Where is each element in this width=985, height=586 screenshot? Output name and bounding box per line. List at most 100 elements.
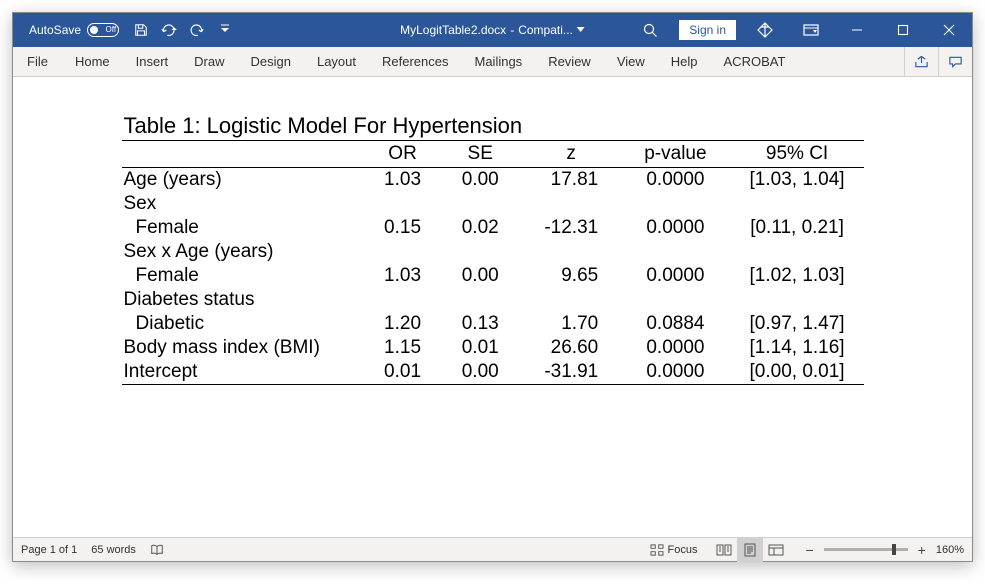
table-row: Body mass index (BMI)1.150.0126.600.0000… bbox=[122, 336, 864, 360]
redo-button[interactable] bbox=[183, 13, 211, 47]
row-label: Body mass index (BMI) bbox=[122, 336, 367, 360]
minimize-button[interactable] bbox=[834, 13, 880, 47]
compatibility-mode-label: Compati... bbox=[518, 23, 573, 37]
cell-z bbox=[522, 192, 620, 216]
zoom-in-button[interactable]: + bbox=[916, 542, 928, 558]
cell-p: 0.0000 bbox=[620, 216, 730, 240]
document-filename: MyLogitTable2.docx bbox=[400, 23, 506, 37]
table-title: Table 1: Logistic Model For Hypertension bbox=[122, 113, 864, 141]
tab-help[interactable]: Help bbox=[658, 47, 711, 76]
tab-draw[interactable]: Draw bbox=[181, 47, 237, 76]
table-header-row: OR SE z p-value 95% CI bbox=[122, 141, 864, 168]
col-header-label bbox=[122, 141, 367, 168]
autosave-label: AutoSave bbox=[29, 23, 81, 37]
cell-se: 0.00 bbox=[438, 168, 522, 193]
cell-or bbox=[367, 288, 439, 312]
title-dropdown-icon[interactable] bbox=[577, 27, 585, 33]
comment-icon bbox=[948, 55, 963, 69]
zoom-slider[interactable] bbox=[824, 548, 908, 551]
cell-ci: [1.03, 1.04] bbox=[731, 168, 864, 193]
cell-z: -31.91 bbox=[522, 360, 620, 385]
focus-icon bbox=[650, 544, 664, 556]
cell-z: 1.70 bbox=[522, 312, 620, 336]
autosave-toggle[interactable]: Off bbox=[87, 23, 119, 37]
ribbon-display-button[interactable] bbox=[788, 13, 834, 47]
zoom-level[interactable]: 160% bbox=[936, 544, 964, 556]
minimize-icon bbox=[851, 24, 863, 36]
ribbon-tabs: File Home Insert Draw Design Layout Refe… bbox=[13, 47, 972, 77]
tab-mailings[interactable]: Mailings bbox=[462, 47, 536, 76]
cell-or: 0.15 bbox=[367, 216, 439, 240]
print-layout-button[interactable] bbox=[737, 538, 763, 562]
cell-z bbox=[522, 240, 620, 264]
undo-icon bbox=[160, 23, 178, 37]
col-header-p: p-value bbox=[620, 141, 730, 168]
qat-customize-button[interactable] bbox=[211, 13, 239, 47]
close-button[interactable] bbox=[926, 13, 972, 47]
tab-references[interactable]: References bbox=[369, 47, 461, 76]
row-label: Diabetes status bbox=[122, 288, 367, 312]
autosave-state-text: Off bbox=[106, 26, 117, 34]
cell-ci: [1.14, 1.16] bbox=[731, 336, 864, 360]
ribbon-options-icon bbox=[803, 23, 819, 37]
share-button[interactable] bbox=[904, 47, 938, 76]
redo-icon bbox=[189, 23, 205, 37]
tab-home[interactable]: Home bbox=[62, 47, 123, 76]
cell-z: 26.60 bbox=[522, 336, 620, 360]
regression-table: OR SE z p-value 95% CI Age (years)1.030.… bbox=[122, 141, 864, 385]
window-title: MyLogitTable2.docx - Compati... bbox=[400, 23, 585, 37]
status-bar: Page 1 of 1 65 words Focus − + 160% bbox=[13, 537, 972, 561]
title-bar-right: Sign in bbox=[627, 13, 972, 47]
cell-or: 1.03 bbox=[367, 264, 439, 288]
web-layout-icon bbox=[768, 544, 784, 556]
table-row: Diabetic1.200.131.700.0884[0.97, 1.47] bbox=[122, 312, 864, 336]
cell-se: 0.01 bbox=[438, 336, 522, 360]
table-row: Age (years)1.030.0017.810.0000[1.03, 1.0… bbox=[122, 168, 864, 193]
coming-soon-button[interactable] bbox=[742, 13, 788, 47]
cell-se: 0.00 bbox=[438, 360, 522, 385]
title-separator: - bbox=[510, 23, 514, 37]
cell-or bbox=[367, 240, 439, 264]
spelling-button[interactable] bbox=[150, 543, 164, 557]
row-label: Sex x Age (years) bbox=[122, 240, 367, 264]
cell-ci: [0.00, 0.01] bbox=[731, 360, 864, 385]
read-mode-button[interactable] bbox=[711, 538, 737, 562]
row-label: Age (years) bbox=[122, 168, 367, 193]
diamond-icon bbox=[757, 22, 773, 38]
maximize-icon bbox=[897, 24, 909, 36]
tab-layout[interactable]: Layout bbox=[304, 47, 369, 76]
row-label: Female bbox=[122, 216, 367, 240]
cell-ci: [1.02, 1.03] bbox=[731, 264, 864, 288]
tab-review[interactable]: Review bbox=[535, 47, 604, 76]
document-area[interactable]: Table 1: Logistic Model For Hypertension… bbox=[13, 77, 972, 537]
search-button[interactable] bbox=[627, 13, 673, 47]
tab-view[interactable]: View bbox=[604, 47, 658, 76]
cell-z: 9.65 bbox=[522, 264, 620, 288]
save-icon bbox=[134, 23, 148, 37]
focus-mode-button[interactable]: Focus bbox=[650, 544, 698, 556]
zoom-out-button[interactable]: − bbox=[803, 542, 815, 558]
tab-file[interactable]: File bbox=[13, 47, 62, 76]
tab-insert[interactable]: Insert bbox=[123, 47, 182, 76]
maximize-button[interactable] bbox=[880, 13, 926, 47]
web-layout-button[interactable] bbox=[763, 538, 789, 562]
cell-p: 0.0000 bbox=[620, 360, 730, 385]
table-row: Intercept0.010.00-31.910.0000[0.00, 0.01… bbox=[122, 360, 864, 385]
sign-in-button[interactable]: Sign in bbox=[679, 20, 736, 40]
cell-z: -12.31 bbox=[522, 216, 620, 240]
tab-acrobat[interactable]: ACROBAT bbox=[711, 47, 799, 76]
table-row: Sex x Age (years) bbox=[122, 240, 864, 264]
comments-button[interactable] bbox=[938, 47, 972, 76]
title-bar: AutoSave Off MyLogitTable2.docx - Compat… bbox=[13, 13, 972, 47]
document-page: Table 1: Logistic Model For Hypertension… bbox=[122, 113, 864, 385]
tab-design[interactable]: Design bbox=[238, 47, 304, 76]
cell-z: 17.81 bbox=[522, 168, 620, 193]
undo-button[interactable] bbox=[155, 13, 183, 47]
row-label: Female bbox=[122, 264, 367, 288]
view-buttons bbox=[711, 538, 789, 562]
page-indicator[interactable]: Page 1 of 1 bbox=[21, 544, 77, 556]
word-count[interactable]: 65 words bbox=[91, 544, 136, 556]
cell-or: 1.15 bbox=[367, 336, 439, 360]
table-row: Diabetes status bbox=[122, 288, 864, 312]
save-button[interactable] bbox=[127, 13, 155, 47]
